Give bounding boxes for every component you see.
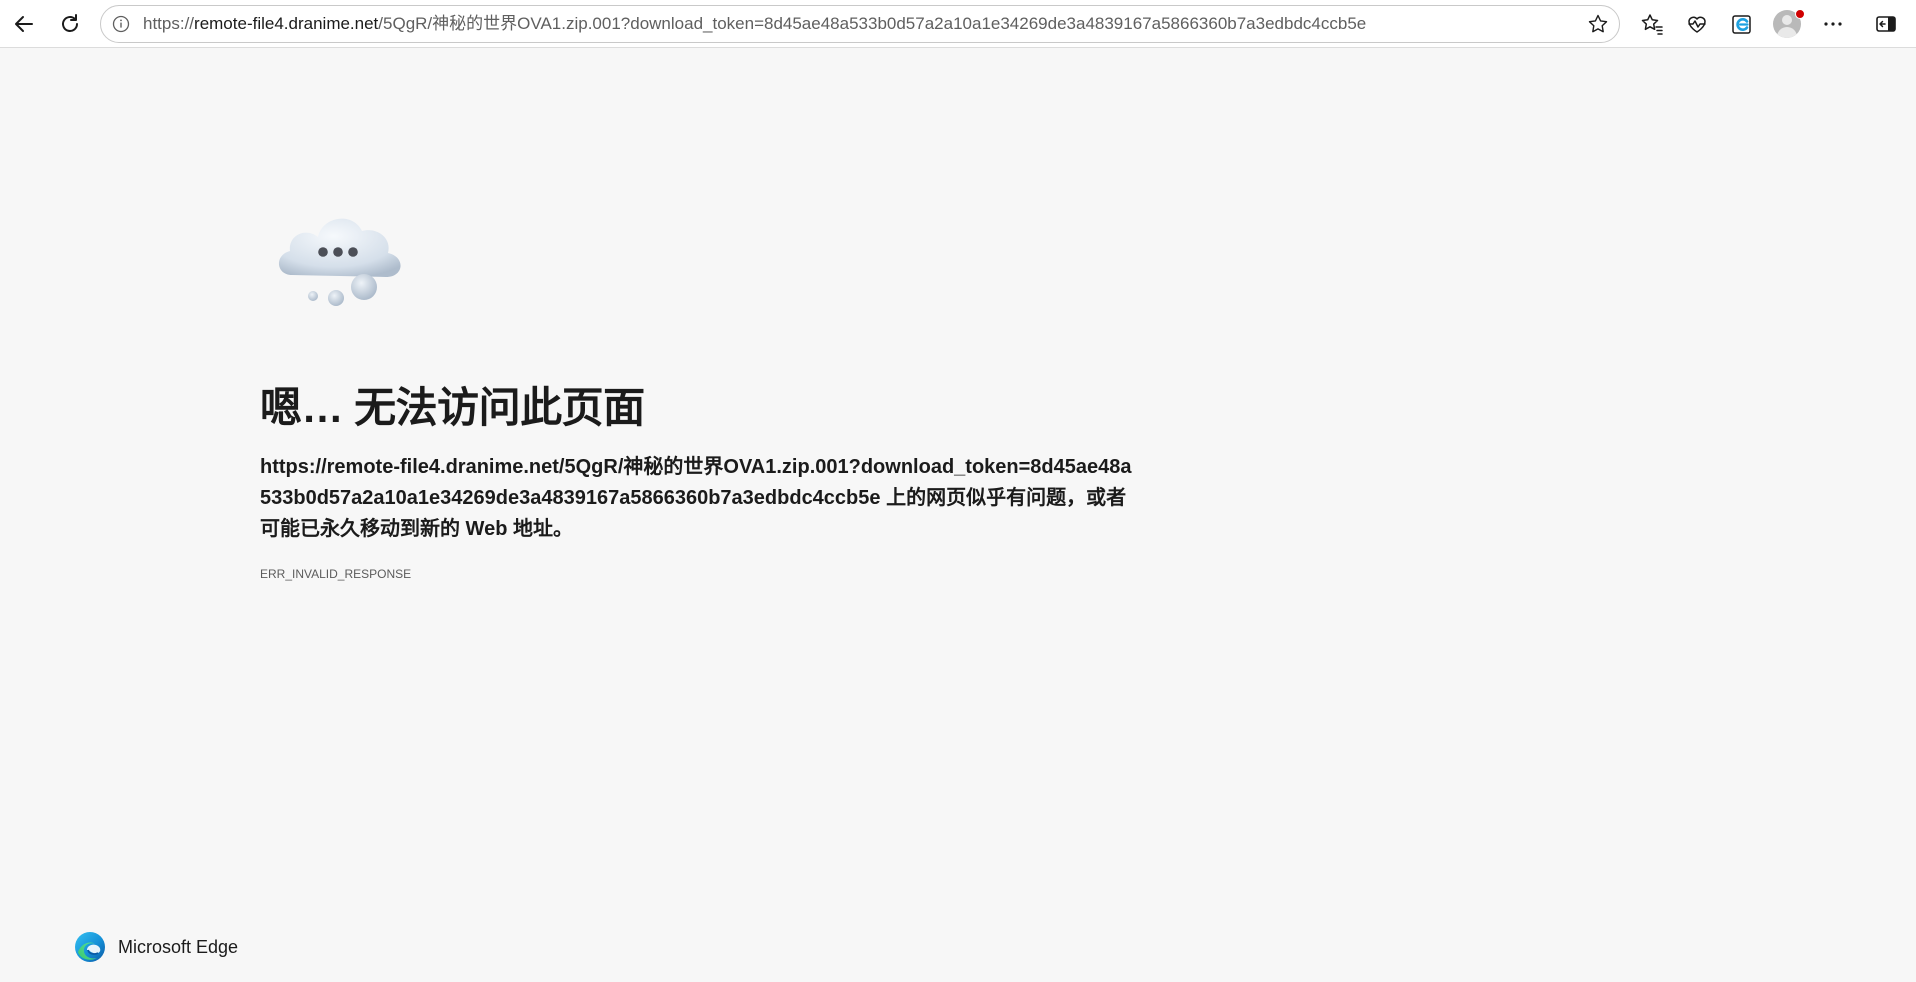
browser-toolbar: https://remote-file4.dranime.net/5QgR/神秘… [0, 0, 1916, 48]
sidebar-icon [1876, 16, 1896, 32]
star-icon[interactable] [1587, 13, 1609, 35]
more-button[interactable] [1815, 6, 1851, 42]
notification-dot [1795, 9, 1805, 19]
refresh-button[interactable] [52, 6, 88, 42]
refresh-icon [62, 14, 78, 32]
url-path: /5QgR/神秘的世界OVA1.zip.001?download_token=8… [378, 14, 1367, 33]
error-code: ERR_INVALID_RESPONSE [260, 567, 412, 581]
edge-logo-icon [75, 932, 105, 962]
ellipsis-icon [1824, 22, 1842, 26]
back-button[interactable] [6, 6, 42, 42]
url-scheme: https:// [143, 14, 195, 33]
favorites-button[interactable] [1634, 6, 1670, 42]
info-icon [112, 15, 130, 33]
url-host: remote-file4.dranime.net [194, 14, 379, 33]
arrow-left-icon [15, 16, 33, 32]
sidebar-button[interactable] [1868, 6, 1904, 42]
url-text[interactable]: https://remote-file4.dranime.net/5QgR/神秘… [143, 6, 1553, 42]
favorites-icon [1641, 14, 1663, 35]
edge-extension-button[interactable] [1724, 6, 1760, 42]
brand-name: Microsoft Edge [118, 936, 239, 957]
heart-pulse-icon [1688, 16, 1706, 33]
edge-e-icon [1732, 15, 1751, 34]
error-description: https://remote-file4.dranime.net/5QgR/神秘… [260, 452, 1140, 545]
browser-essentials-button[interactable] [1679, 6, 1715, 42]
address-bar[interactable]: https://remote-file4.dranime.net/5QgR/神秘… [100, 5, 1620, 43]
cloud-icon [278, 218, 401, 306]
site-info-button[interactable] [111, 14, 131, 34]
footer-brand: Microsoft Edge [74, 931, 238, 963]
error-title: 嗯… 无法访问此页面 [260, 384, 645, 431]
